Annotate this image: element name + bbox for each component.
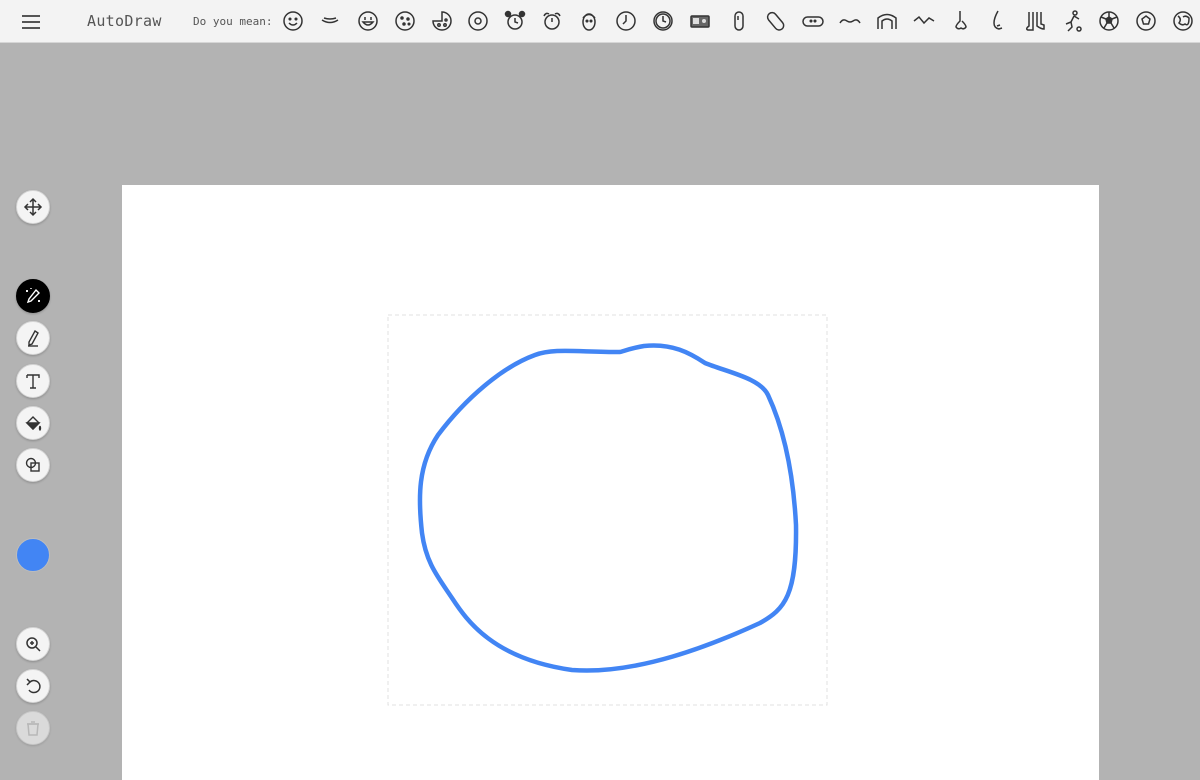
selection-bounding-box (387, 314, 828, 706)
face-icon[interactable] (573, 5, 605, 37)
fill-tool-button[interactable] (16, 406, 50, 440)
mustache-icon[interactable] (834, 5, 866, 37)
ball-icon[interactable] (1130, 5, 1162, 37)
alarm-clock-icon[interactable] (499, 5, 531, 37)
wall-clock-icon[interactable] (610, 5, 642, 37)
magic-pen-icon (26, 288, 40, 304)
text-icon (26, 374, 40, 389)
suggestion-label: Do you mean: (193, 15, 273, 28)
soccer-ball-icon[interactable] (1093, 5, 1125, 37)
trash-icon (27, 721, 39, 736)
round-clock-icon[interactable] (647, 5, 679, 37)
shape-tool-button[interactable] (16, 448, 50, 482)
mouth-icon[interactable] (314, 5, 346, 37)
undo-icon (26, 678, 41, 694)
move-arrows-icon (23, 197, 43, 217)
type-tool-button[interactable] (16, 364, 50, 398)
wave-line-icon[interactable] (908, 5, 940, 37)
ear-icon[interactable] (982, 5, 1014, 37)
pill-icon[interactable] (760, 5, 792, 37)
donut-icon[interactable] (462, 5, 494, 37)
undo-button[interactable] (16, 669, 50, 703)
user-stroke (417, 343, 799, 673)
delete-button[interactable] (16, 711, 50, 745)
autodraw-tool-button[interactable] (16, 279, 50, 313)
zoom-in-icon (26, 637, 41, 652)
menu-icon[interactable] (18, 11, 46, 33)
cookie-icon[interactable] (389, 5, 421, 37)
zoom-button[interactable] (16, 627, 50, 661)
nose-icon[interactable] (945, 5, 977, 37)
draw-tool-button[interactable] (16, 321, 50, 355)
top-toolbar: AutoDraw Do you mean: (0, 0, 1200, 43)
app-title: AutoDraw (87, 12, 162, 30)
select-tool-button[interactable] (16, 190, 50, 224)
drawing-canvas[interactable] (122, 185, 1099, 780)
clock-with-bells-icon[interactable] (536, 5, 568, 37)
grinning-face-icon[interactable] (352, 5, 384, 37)
color-picker-button[interactable] (16, 538, 50, 572)
bean-icon[interactable] (723, 5, 755, 37)
pencil-icon (28, 329, 39, 347)
shapes-icon (25, 457, 40, 472)
pizza-icon[interactable] (426, 5, 458, 37)
soccer-player-icon[interactable] (1056, 5, 1088, 37)
arch-icon[interactable] (871, 5, 903, 37)
radio-icon[interactable] (684, 5, 716, 37)
globe-icon[interactable] (1167, 5, 1199, 37)
drawing-layer (387, 314, 828, 706)
feet-icon[interactable] (1019, 5, 1051, 37)
smiley-face-icon[interactable] (277, 5, 309, 37)
paint-bucket-icon (25, 416, 42, 431)
bandage-icon[interactable] (797, 5, 829, 37)
